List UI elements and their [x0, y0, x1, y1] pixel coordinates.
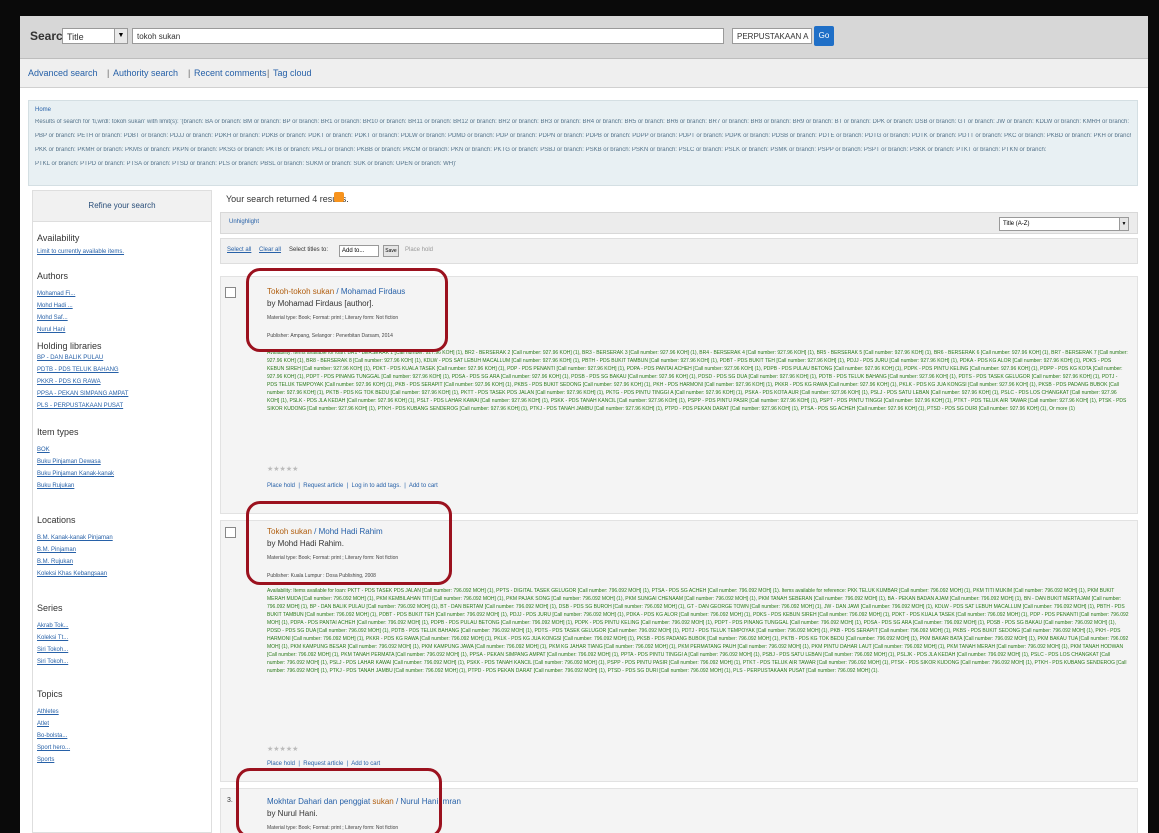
- highlight-annotation: [236, 768, 442, 833]
- facet-link[interactable]: Mohd Saf...: [37, 315, 68, 321]
- results-toolbar: Unhighlight Title (A-Z) ▼: [220, 212, 1138, 234]
- facet-link[interactable]: Atlet: [37, 721, 49, 727]
- add-to-cart-link[interactable]: Add to cart: [409, 483, 438, 489]
- facet-heading-itemtypes: Item types: [37, 427, 79, 437]
- facet-heading-locations: Locations: [37, 515, 76, 525]
- advanced-search-link[interactable]: Advanced search: [28, 68, 98, 78]
- search-links-bar: Advanced search | Authority search | Rec…: [20, 59, 1148, 88]
- unhighlight-link[interactable]: Unhighlight: [229, 219, 259, 225]
- select-titles-label: Select titles to:: [289, 247, 329, 253]
- place-hold-link[interactable]: Place hold: [267, 483, 295, 489]
- result-number: 3.: [227, 797, 233, 804]
- facet-heading-topics: Topics: [37, 689, 63, 699]
- add-tags-link[interactable]: Log in to add tags.: [352, 483, 401, 489]
- facet-link[interactable]: B.M. Pinjaman: [37, 547, 76, 553]
- facet-link[interactable]: BOK: [37, 447, 50, 453]
- request-article-link[interactable]: Request article: [303, 483, 343, 489]
- search-input[interactable]: tokoh sukan: [132, 28, 724, 44]
- facet-heading-availability: Availability: [37, 233, 80, 243]
- result-checkbox[interactable]: [225, 287, 236, 298]
- breadcrumb: Home Results of search for 'ti,wrdl: tok…: [28, 100, 1138, 186]
- chevron-down-icon[interactable]: ▼: [1119, 217, 1129, 231]
- save-button[interactable]: Save: [383, 245, 399, 257]
- rating-stars-icon[interactable]: ★★★★★: [267, 745, 298, 753]
- facet-link[interactable]: BP - DAN BALIK PULAU: [37, 355, 103, 361]
- add-to-cart-link[interactable]: Add to cart: [351, 761, 380, 767]
- sort-select-value: Title (A-Z): [1003, 221, 1030, 227]
- facet-link[interactable]: Koleksi Tt...: [37, 635, 68, 641]
- facet-link[interactable]: Akrab Tok...: [37, 623, 69, 629]
- clear-all-link[interactable]: Clear all: [259, 247, 281, 253]
- selection-toolbar: Select all Clear all Select titles to: A…: [220, 238, 1138, 264]
- facet-link[interactable]: PPSA - PEKAN SIMPANG AMPAT: [37, 391, 128, 397]
- result-actions: Place hold | Request article | Log in to…: [267, 483, 438, 489]
- recent-comments-link[interactable]: Recent comments: [194, 68, 267, 78]
- browser-page: Search Title ▼ tokoh sukan PERPUSTAKAAN …: [20, 16, 1148, 833]
- facet-link[interactable]: Bo-bolsta...: [37, 733, 67, 739]
- facet-link[interactable]: Buku Rujukan: [37, 483, 74, 489]
- authority-search-link[interactable]: Authority search: [113, 68, 178, 78]
- facet-link[interactable]: Sports: [37, 757, 54, 763]
- facet-link[interactable]: PDTB - PDS TELUK BAHANG: [37, 367, 119, 373]
- place-hold-link[interactable]: Place hold: [267, 761, 295, 767]
- facet-link[interactable]: Athletes: [37, 709, 59, 715]
- select-all-link[interactable]: Select all: [227, 247, 251, 253]
- highlight-annotation: [246, 501, 452, 585]
- rss-icon[interactable]: [334, 192, 344, 202]
- facet-link[interactable]: PKKR - PDS KG RAWA: [37, 379, 101, 385]
- breadcrumb-query-line: PBP or branch: PETH or branch: PDBT or b…: [35, 133, 1131, 139]
- facet-link[interactable]: Siri Tokoh...: [37, 647, 68, 653]
- result-actions: Place hold | Request article | Add to ca…: [267, 761, 381, 767]
- facet-link[interactable]: Nurul Hani: [37, 327, 65, 333]
- breadcrumb-home-link[interactable]: Home: [35, 107, 51, 113]
- breadcrumb-query-line: PKK or branch: PKMR or branch: PKMS or b…: [35, 147, 1047, 153]
- facet-link[interactable]: Buku Pinjaman Dewasa: [37, 459, 101, 465]
- place-hold-link[interactable]: Place hold: [405, 247, 433, 253]
- results-count: Your search returned 4 results.: [226, 194, 349, 204]
- breadcrumb-query-line: PTKL or branch: PTPD or branch: PTSA or …: [35, 161, 457, 167]
- rating-stars-icon[interactable]: ★★★★★: [267, 465, 298, 473]
- facet-link[interactable]: Sport hero...: [37, 745, 70, 751]
- facet-link[interactable]: B.M. Rujukan: [37, 559, 73, 565]
- result-availability: Availability: Items available for loan: …: [267, 588, 1129, 674]
- chevron-down-icon[interactable]: ▼: [114, 28, 128, 44]
- facet-link[interactable]: Siri Tokoh...: [37, 659, 68, 665]
- facet-link[interactable]: Buku Pinjaman Kanak-kanak: [37, 471, 114, 477]
- facet-link[interactable]: B.M. Kanak-kanak Pinjaman: [37, 535, 113, 541]
- go-button[interactable]: Go: [814, 26, 834, 46]
- breadcrumb-query-line: Results of search for 'ti,wrdl: tokoh su…: [35, 119, 1131, 125]
- sort-select[interactable]: Title (A-Z) ▼: [999, 217, 1129, 231]
- add-to-select[interactable]: Add to...: [339, 245, 379, 257]
- result-availability: Availability: Items available for loan: …: [267, 350, 1128, 412]
- highlight-annotation: [246, 268, 448, 352]
- facet-heading-series: Series: [37, 603, 63, 613]
- facet-link[interactable]: Koleksi Khas Kebangsaan: [37, 571, 107, 577]
- library-select[interactable]: PERPUSTAKAAN A: [732, 28, 812, 44]
- facet-heading-holding: Holding libraries: [37, 341, 102, 351]
- tag-cloud-link[interactable]: Tag cloud: [273, 68, 312, 78]
- facet-link[interactable]: Mohamad Fi...: [37, 291, 75, 297]
- facet-heading-authors: Authors: [37, 271, 69, 281]
- result-checkbox[interactable]: [225, 527, 236, 538]
- search-bar: Search Title ▼ tokoh sukan PERPUSTAKAAN …: [20, 16, 1148, 59]
- facet-link[interactable]: PLS - PERPUSTAKAAN PUSAT: [37, 403, 123, 409]
- refine-heading: Refine your search: [33, 191, 211, 222]
- request-article-link[interactable]: Request article: [303, 761, 343, 767]
- refine-sidebar: Refine your search Availability Limit to…: [32, 190, 212, 833]
- facet-link[interactable]: Mohd Hadi ...: [37, 303, 73, 309]
- facet-link[interactable]: Limit to currently available items.: [37, 249, 124, 255]
